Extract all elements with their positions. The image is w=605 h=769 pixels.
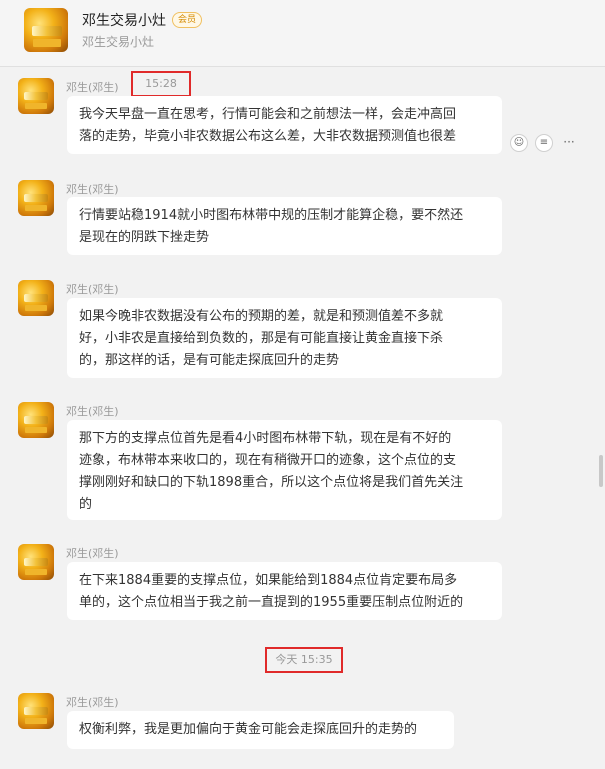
message-bubble[interactable]: 权衡利弊，我是更加偏向于黄金可能会走探底回升的走势的 [67, 711, 454, 749]
sender-name: 邓生(邓生) [66, 696, 119, 709]
timestamp-highlight: 今天 15:35 [265, 647, 343, 673]
avatar[interactable] [18, 280, 54, 316]
message-bubble[interactable]: 在下来1884重要的支撑点位，如果能给到1884点位肯定要布局多 单的，这个点位… [67, 562, 502, 620]
message-bubble[interactable]: 那下方的支撑点位首先是看4小时图布林带下轨，现在是有不好的 迹象，布林带本来收口… [67, 420, 502, 520]
timestamp-highlight: 15:28 [131, 71, 191, 97]
scrollbar-thumb[interactable] [599, 455, 603, 487]
avatar[interactable] [18, 180, 54, 216]
sender-name: 邓生(邓生) [66, 547, 119, 560]
message-line: 的，那这样的话，是有可能走探底回升的走势 [79, 353, 340, 368]
avatar[interactable] [18, 78, 54, 114]
message-line: 的 [79, 497, 93, 512]
sender-name: 邓生(邓生) [66, 81, 119, 94]
message-line: 是现在的阴跌下挫走势 [79, 230, 210, 245]
message-line: 行情要站稳1914就小时图布林带中规的压制才能算企稳，要不然还 [79, 208, 464, 223]
message-bubble[interactable]: 我今天早盘一直在思考，行情可能会和之前想法一样，会走冲高回 落的走势，毕竟小非农… [67, 96, 502, 154]
message-line: 在下来1884重要的支撑点位，如果能给到1884点位肯定要布局多 [79, 573, 458, 588]
message-line: 单的，这个点位相当于我之前一直提到的1955重要压制点位附近的 [79, 595, 464, 610]
message-line: 落的走势，毕竟小非农数据公布这么差，大非农数据预测值也很差 [79, 129, 457, 144]
smile-icon[interactable]: ☺ [510, 134, 528, 152]
group-avatar[interactable] [24, 8, 68, 52]
message-bubble[interactable]: 如果今晚非农数据没有公布的预期的差，就是和预测值差不多就 好，小非农是直接给到负… [67, 298, 502, 378]
message-line: 如果今晚非农数据没有公布的预期的差，就是和预测值差不多就 [79, 309, 444, 324]
more-icon[interactable]: ··· [560, 134, 578, 152]
chat-header: 邓生交易小灶 会员 邓生交易小灶 [0, 0, 605, 67]
message-line: 我今天早盘一直在思考，行情可能会和之前想法一样，会走冲高回 [79, 107, 457, 122]
sender-name: 邓生(邓生) [66, 283, 119, 296]
vip-badge: 会员 [172, 12, 203, 28]
message-line: 迹象，布林带本来收口的，现在有稍微开口的迹象，这个点位的支 [79, 453, 457, 468]
avatar[interactable] [18, 544, 54, 580]
avatar[interactable] [18, 402, 54, 438]
message-bubble[interactable]: 行情要站稳1914就小时图布林带中规的压制才能算企稳，要不然还 是现在的阴跌下挫… [67, 197, 502, 255]
message-line: 权衡利弊，我是更加偏向于黄金可能会走探底回升的走势的 [79, 722, 418, 737]
group-subtitle: 邓生交易小灶 [82, 35, 155, 49]
message-line: 好，小非农是直接给到负数的，那是有可能直接让黄金直接下杀 [79, 331, 444, 346]
sender-name: 邓生(邓生) [66, 405, 119, 418]
group-title[interactable]: 邓生交易小灶 [82, 10, 166, 30]
message-line: 撑刚刚好和缺口的下轨1898重合，所以这个点位将是我们首先关注 [79, 475, 464, 490]
avatar[interactable] [18, 693, 54, 729]
message-line: 那下方的支撑点位首先是看4小时图布林带下轨，现在是有不好的 [79, 431, 452, 446]
reply-icon[interactable]: ≡ [535, 134, 553, 152]
sender-name: 邓生(邓生) [66, 183, 119, 196]
